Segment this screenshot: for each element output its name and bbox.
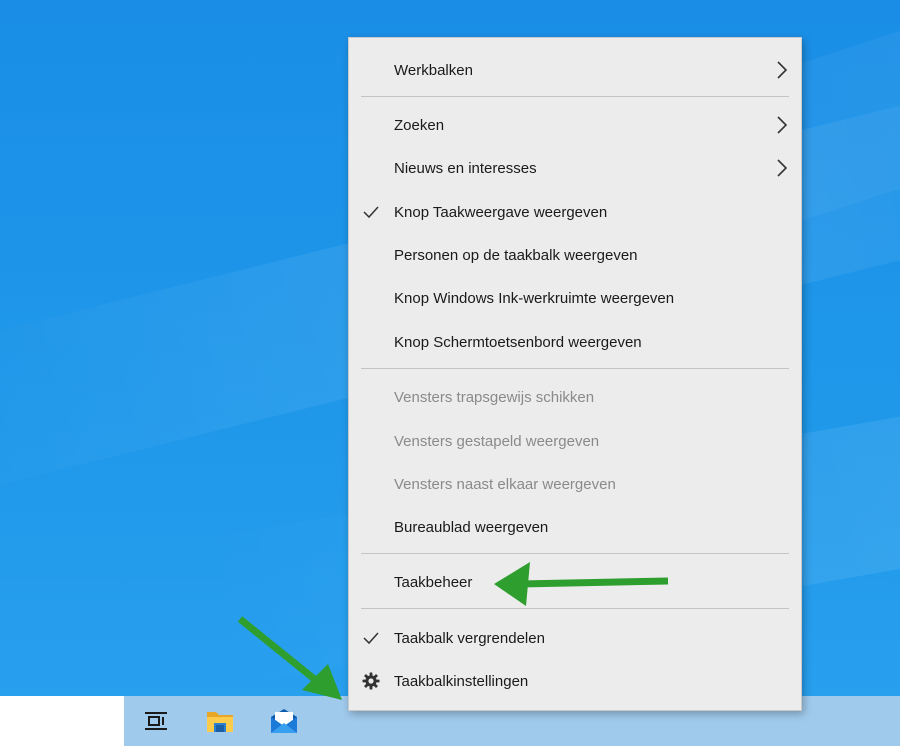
menu-item-label: Taakbalk vergrendelen (394, 629, 545, 647)
menu-item-werkbalken[interactable]: Werkbalken (349, 50, 801, 90)
menu-item-zoeken[interactable]: Zoeken (349, 105, 801, 145)
menu-item-knop-taakweergave[interactable]: Knop Taakweergave weergeven (349, 192, 801, 232)
mail-icon (271, 709, 297, 733)
menu-item-label: Personen op de taakbalk weergeven (394, 246, 638, 264)
gear-icon (362, 672, 380, 690)
menu-separator (361, 608, 789, 609)
menu-item-label: Werkbalken (394, 61, 473, 79)
menu-separator (361, 368, 789, 369)
menu-item-label: Knop Taakweergave weergeven (394, 203, 608, 221)
menu-item-label: Vensters naast elkaar weergeven (394, 475, 616, 493)
chevron-right-icon (777, 116, 788, 134)
file-explorer-button[interactable] (188, 696, 252, 746)
menu-item-taakbeheer[interactable]: Taakbeheer (349, 562, 801, 602)
chevron-right-icon (777, 159, 788, 177)
menu-item-naast-elkaar: Vensters naast elkaar weergeven (349, 464, 801, 504)
mail-button[interactable] (252, 696, 316, 746)
checkmark-icon (363, 206, 379, 219)
task-view-icon (145, 712, 167, 730)
menu-item-schermtoetsenbord[interactable]: Knop Schermtoetsenbord weergeven (349, 322, 801, 362)
chevron-right-icon (777, 61, 788, 79)
menu-item-label: Vensters gestapeld weergeven (394, 432, 600, 450)
file-explorer-icon (207, 712, 233, 732)
menu-item-label: Zoeken (394, 116, 445, 134)
menu-separator (361, 553, 789, 554)
menu-item-taakbalk-vergrendelen[interactable]: Taakbalk vergrendelen (349, 618, 801, 658)
menu-item-label: Vensters trapsgewijs schikken (394, 388, 595, 406)
menu-separator (361, 96, 789, 97)
menu-item-trapsgewijs: Vensters trapsgewijs schikken (349, 377, 801, 417)
menu-item-personen[interactable]: Personen op de taakbalk weergeven (349, 235, 801, 275)
menu-item-bureaublad[interactable]: Bureaublad weergeven (349, 507, 801, 547)
taskbar-search-area[interactable] (0, 696, 124, 746)
menu-item-label: Knop Windows Ink-werkruimte weergeven (394, 289, 675, 307)
menu-item-label: Taakbeheer (394, 573, 473, 591)
checkmark-icon (363, 632, 379, 645)
menu-item-label: Knop Schermtoetsenbord weergeven (394, 333, 642, 351)
menu-item-nieuws-en-interesses[interactable]: Nieuws en interesses (349, 148, 801, 188)
menu-item-label: Taakbalkinstellingen (394, 672, 529, 690)
menu-item-taakbalkinstellingen[interactable]: Taakbalkinstellingen (349, 661, 801, 701)
menu-item-gestapeld: Vensters gestapeld weergeven (349, 421, 801, 461)
menu-item-label: Nieuws en interesses (394, 159, 537, 177)
menu-item-windows-ink[interactable]: Knop Windows Ink-werkruimte weergeven (349, 278, 801, 318)
menu-item-label: Bureaublad weergeven (394, 518, 549, 536)
task-view-button[interactable] (124, 696, 188, 746)
taskbar-context-menu: Werkbalken Zoeken Nieuws en interesses K… (348, 37, 802, 711)
